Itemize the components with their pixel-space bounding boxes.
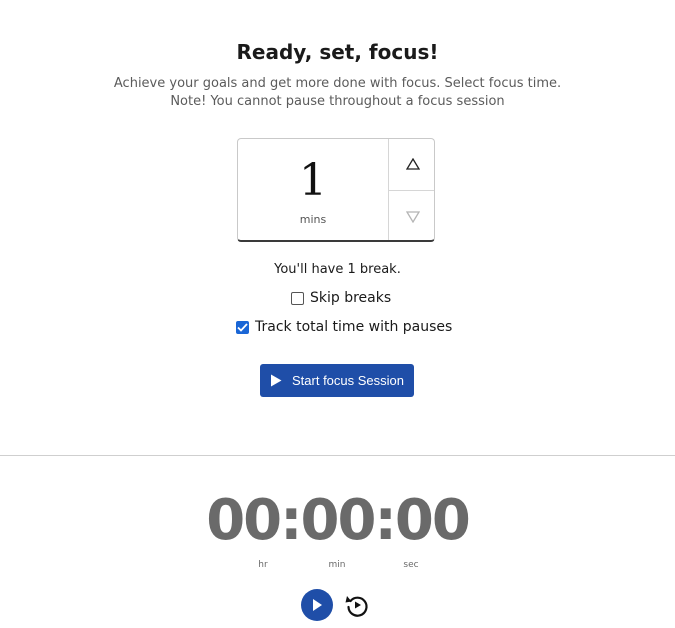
reset-icon — [344, 592, 370, 618]
focus-time-unit: mins — [299, 213, 327, 226]
checkmark-icon — [237, 322, 248, 332]
triangle-down-icon — [405, 208, 420, 227]
play-icon — [270, 374, 282, 387]
track-time-checkbox[interactable] — [236, 320, 249, 334]
timer-hours-label: hr — [258, 560, 268, 570]
focus-time-picker: 1 mins — [237, 138, 435, 242]
start-focus-session-label: Start focus Session — [292, 373, 404, 388]
triangle-up-icon — [405, 155, 420, 174]
timer-play-button[interactable] — [301, 589, 333, 621]
skip-breaks-label: Skip breaks — [310, 290, 392, 306]
decrease-time-button[interactable] — [388, 191, 434, 240]
page-subtitle: Achieve your goals and get more done wit… — [113, 76, 562, 91]
timer-minutes-label: min — [328, 560, 346, 570]
increase-time-button[interactable] — [388, 139, 434, 191]
track-time-label: Track total time with pauses — [255, 319, 453, 335]
play-icon — [311, 598, 323, 612]
focus-time-value-box[interactable]: 1 mins — [238, 139, 388, 240]
focus-time-value: 1 — [299, 155, 327, 206]
break-summary: You'll have 1 break. — [274, 262, 401, 277]
timer-seconds-label: sec — [403, 560, 419, 570]
timer-display: 00:00:00 — [206, 488, 471, 553]
page-note: Note! You cannot pause throughout a focu… — [170, 94, 505, 109]
skip-breaks-option[interactable]: Skip breaks — [291, 290, 391, 306]
timer-reset-button[interactable] — [343, 591, 371, 619]
skip-breaks-checkbox[interactable] — [291, 291, 304, 305]
track-time-option[interactable]: Track total time with pauses — [236, 319, 452, 335]
section-divider — [0, 455, 675, 456]
start-focus-session-button[interactable]: Start focus Session — [260, 364, 414, 397]
page-title: Ready, set, focus! — [236, 40, 439, 64]
